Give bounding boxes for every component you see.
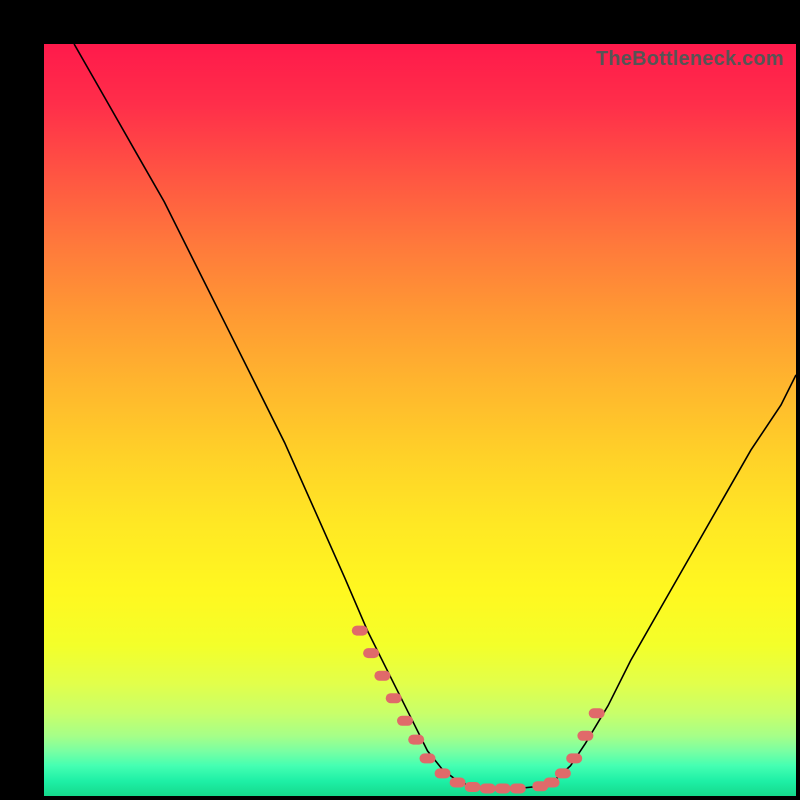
curve-marker xyxy=(480,784,496,794)
curve-layer xyxy=(44,44,796,796)
curve-marker xyxy=(435,768,451,778)
curve-marker xyxy=(555,768,571,778)
watermark-text: TheBottleneck.com xyxy=(596,48,784,71)
bottleneck-curve xyxy=(74,44,796,789)
curve-marker xyxy=(408,735,424,745)
chart-frame: TheBottleneck.com xyxy=(20,20,780,780)
curve-marker xyxy=(420,753,436,763)
curve-marker xyxy=(352,626,368,636)
curve-marker xyxy=(374,671,390,681)
curve-marker xyxy=(450,778,466,788)
curve-marker xyxy=(465,782,481,792)
curve-marker xyxy=(397,716,413,726)
curve-marker xyxy=(363,648,379,658)
curve-marker xyxy=(510,784,526,794)
curve-marker xyxy=(544,778,560,788)
curve-marker xyxy=(566,753,582,763)
curve-marker xyxy=(386,693,402,703)
curve-marker xyxy=(495,784,511,794)
curve-marker xyxy=(577,731,593,741)
plot-area: TheBottleneck.com xyxy=(44,44,796,796)
curve-marker xyxy=(589,708,605,718)
